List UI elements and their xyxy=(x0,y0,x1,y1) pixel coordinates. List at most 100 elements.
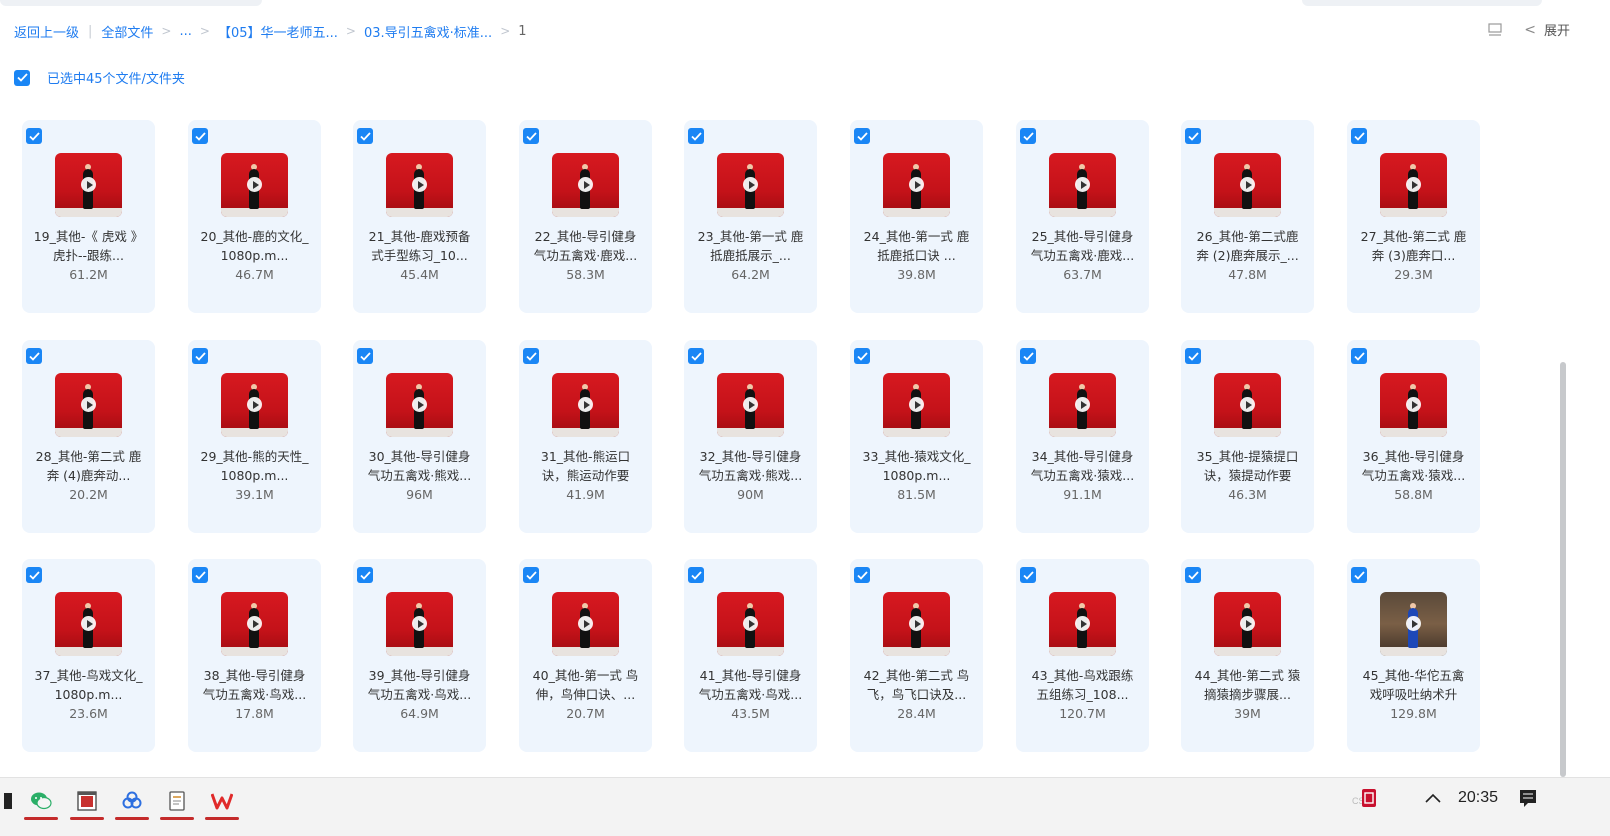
file-checkbox[interactable] xyxy=(688,128,704,144)
video-thumbnail[interactable] xyxy=(386,592,453,656)
file-checkbox[interactable] xyxy=(357,348,373,364)
file-name[interactable]: 30_其他-导引健身 气功五禽戏·熊戏... xyxy=(359,448,480,485)
file-checkbox[interactable] xyxy=(1351,567,1367,583)
network-icon[interactable] xyxy=(113,784,151,820)
file-card[interactable]: 39_其他-导引健身 气功五禽戏·鸟戏... 64.9M xyxy=(353,559,486,752)
video-thumbnail[interactable] xyxy=(552,153,619,217)
video-thumbnail[interactable] xyxy=(386,373,453,437)
clock[interactable]: 20:35 xyxy=(1458,778,1498,818)
file-name[interactable]: 39_其他-导引健身 气功五禽戏·鸟戏... xyxy=(359,667,480,704)
file-card[interactable]: 20_其他-鹿的文化_ 1080p.m... 46.7M xyxy=(188,120,321,313)
video-thumbnail[interactable] xyxy=(55,153,122,217)
file-card[interactable]: 40_其他-第一式 鸟伸，鸟伸口诀、... 20.7M xyxy=(519,559,652,752)
wechat-icon[interactable] xyxy=(22,784,60,820)
window-icon[interactable] xyxy=(68,784,106,820)
file-name[interactable]: 22_其他-导引健身 气功五禽戏·鹿戏... xyxy=(525,228,646,265)
video-thumbnail[interactable] xyxy=(55,373,122,437)
file-name[interactable]: 42_其他-第二式 鸟飞，鸟飞口诀及... xyxy=(856,667,977,704)
select-all-checkbox[interactable] xyxy=(14,69,30,86)
file-card[interactable]: 33_其他-猿戏文化_ 1080p.m... 81.5M xyxy=(850,340,983,533)
file-card[interactable]: 26_其他-第二式鹿奔 (2)鹿奔展示_... 47.8M xyxy=(1181,120,1314,313)
breadcrumb-folder-1[interactable]: 【05】华一老师五... xyxy=(218,22,338,41)
chevron-up-icon[interactable] xyxy=(1424,778,1442,818)
file-name[interactable]: 33_其他-猿戏文化_ 1080p.m... xyxy=(856,448,977,485)
file-name[interactable]: 21_其他-鹿戏预备 式手型练习_10... xyxy=(359,228,480,265)
file-checkbox[interactable] xyxy=(854,128,870,144)
breadcrumb-ellipsis[interactable]: ... xyxy=(179,24,191,39)
file-checkbox[interactable] xyxy=(26,567,42,583)
video-thumbnail[interactable] xyxy=(1380,592,1447,656)
file-card[interactable]: 19_其他-《 虎戏 》虎扑--跟练... 61.2M xyxy=(22,120,155,313)
file-name[interactable]: 26_其他-第二式鹿奔 (2)鹿奔展示_... xyxy=(1187,228,1308,265)
file-card[interactable]: 37_其他-鸟戏文化_ 1080p.m... 23.6M xyxy=(22,559,155,752)
file-checkbox[interactable] xyxy=(1185,128,1201,144)
file-checkbox[interactable] xyxy=(688,348,704,364)
scrollbar[interactable] xyxy=(1560,362,1566,777)
file-name[interactable]: 35_其他-提猿提口 诀，猿提动作要 xyxy=(1187,448,1308,485)
file-checkbox[interactable] xyxy=(688,567,704,583)
file-name[interactable]: 32_其他-导引健身 气功五禽戏·熊戏... xyxy=(690,448,811,485)
file-card[interactable]: 29_其他-熊的天性_ 1080p.m... 39.1M xyxy=(188,340,321,533)
file-card[interactable]: 35_其他-提猿提口 诀，猿提动作要 46.3M xyxy=(1181,340,1314,533)
file-name[interactable]: 36_其他-导引健身 气功五禽戏·猿戏... xyxy=(1353,448,1474,485)
breadcrumb-folder-2[interactable]: 03.导引五禽戏·标准... xyxy=(364,22,492,41)
file-checkbox[interactable] xyxy=(1185,567,1201,583)
video-thumbnail[interactable] xyxy=(1049,592,1116,656)
file-name[interactable]: 27_其他-第二式 鹿奔 (3)鹿奔口... xyxy=(1353,228,1474,265)
video-thumbnail[interactable] xyxy=(1214,373,1281,437)
video-thumbnail[interactable] xyxy=(552,373,619,437)
file-checkbox[interactable] xyxy=(192,567,208,583)
file-name[interactable]: 40_其他-第一式 鸟伸，鸟伸口诀、... xyxy=(525,667,646,704)
video-thumbnail[interactable] xyxy=(1214,592,1281,656)
file-checkbox[interactable] xyxy=(26,128,42,144)
video-thumbnail[interactable] xyxy=(221,592,288,656)
file-card[interactable]: 21_其他-鹿戏预备 式手型练习_10... 45.4M xyxy=(353,120,486,313)
all-files-link[interactable]: 全部文件 xyxy=(101,22,153,41)
file-card[interactable]: 41_其他-导引健身 气功五禽戏·鸟戏... 43.5M xyxy=(684,559,817,752)
file-checkbox[interactable] xyxy=(1020,128,1036,144)
file-checkbox[interactable] xyxy=(523,567,539,583)
file-checkbox[interactable] xyxy=(357,128,373,144)
file-name[interactable]: 25_其他-导引健身 气功五禽戏·鹿戏... xyxy=(1022,228,1143,265)
notepad-icon[interactable] xyxy=(158,784,196,820)
file-checkbox[interactable] xyxy=(192,128,208,144)
wps-icon[interactable] xyxy=(203,784,241,820)
video-thumbnail[interactable] xyxy=(883,153,950,217)
expand-button[interactable]: < 展开 xyxy=(1524,20,1570,40)
video-thumbnail[interactable] xyxy=(386,153,453,217)
file-checkbox[interactable] xyxy=(1020,348,1036,364)
file-name[interactable]: 44_其他-第二式 猿摘猿摘步骤展... xyxy=(1187,667,1308,704)
file-card[interactable]: 45_其他-华佗五禽 戏呼吸吐纳术升 129.8M xyxy=(1347,559,1480,752)
file-name[interactable]: 31_其他-熊运口 诀，熊运动作要 xyxy=(525,448,646,485)
file-checkbox[interactable] xyxy=(1020,567,1036,583)
file-card[interactable]: 44_其他-第二式 猿摘猿摘步骤展... 39M xyxy=(1181,559,1314,752)
file-name[interactable]: 34_其他-导引健身 气功五禽戏·猿戏... xyxy=(1022,448,1143,485)
file-card[interactable]: 36_其他-导引健身 气功五禽戏·猿戏... 58.8M xyxy=(1347,340,1480,533)
file-card[interactable]: 34_其他-导引健身 气功五禽戏·猿戏... 91.1M xyxy=(1016,340,1149,533)
file-card[interactable]: 25_其他-导引健身 气功五禽戏·鹿戏... 63.7M xyxy=(1016,120,1149,313)
video-thumbnail[interactable] xyxy=(552,592,619,656)
file-card[interactable]: 43_其他-鸟戏跟练 五组练习_108... 120.7M xyxy=(1016,559,1149,752)
video-thumbnail[interactable] xyxy=(1049,373,1116,437)
file-checkbox[interactable] xyxy=(854,567,870,583)
video-thumbnail[interactable] xyxy=(1214,153,1281,217)
video-thumbnail[interactable] xyxy=(1049,153,1116,217)
file-name[interactable]: 24_其他-第一式 鹿抵鹿抵口诀 ... xyxy=(856,228,977,265)
file-name[interactable]: 29_其他-熊的天性_ 1080p.m... xyxy=(194,448,315,485)
file-name[interactable]: 23_其他-第一式 鹿抵鹿抵展示_... xyxy=(690,228,811,265)
file-card[interactable]: 32_其他-导引健身 气功五禽戏·熊戏... 90M xyxy=(684,340,817,533)
file-card[interactable]: 23_其他-第一式 鹿抵鹿抵展示_... 64.2M xyxy=(684,120,817,313)
file-checkbox[interactable] xyxy=(1351,128,1367,144)
file-checkbox[interactable] xyxy=(1185,348,1201,364)
file-name[interactable]: 41_其他-导引健身 气功五禽戏·鸟戏... xyxy=(690,667,811,704)
notification-icon[interactable] xyxy=(1518,778,1538,818)
file-card[interactable]: 42_其他-第二式 鸟飞，鸟飞口诀及... 28.4M xyxy=(850,559,983,752)
file-card[interactable]: 30_其他-导引健身 气功五禽戏·熊戏... 96M xyxy=(353,340,486,533)
file-checkbox[interactable] xyxy=(1351,348,1367,364)
file-card[interactable]: 28_其他-第二式 鹿奔 (4)鹿奔动... 20.2M xyxy=(22,340,155,533)
file-checkbox[interactable] xyxy=(523,348,539,364)
file-name[interactable]: 37_其他-鸟戏文化_ 1080p.m... xyxy=(28,667,149,704)
file-name[interactable]: 38_其他-导引健身 气功五禽戏·鸟戏... xyxy=(194,667,315,704)
file-name[interactable]: 28_其他-第二式 鹿奔 (4)鹿奔动... xyxy=(28,448,149,485)
file-checkbox[interactable] xyxy=(357,567,373,583)
